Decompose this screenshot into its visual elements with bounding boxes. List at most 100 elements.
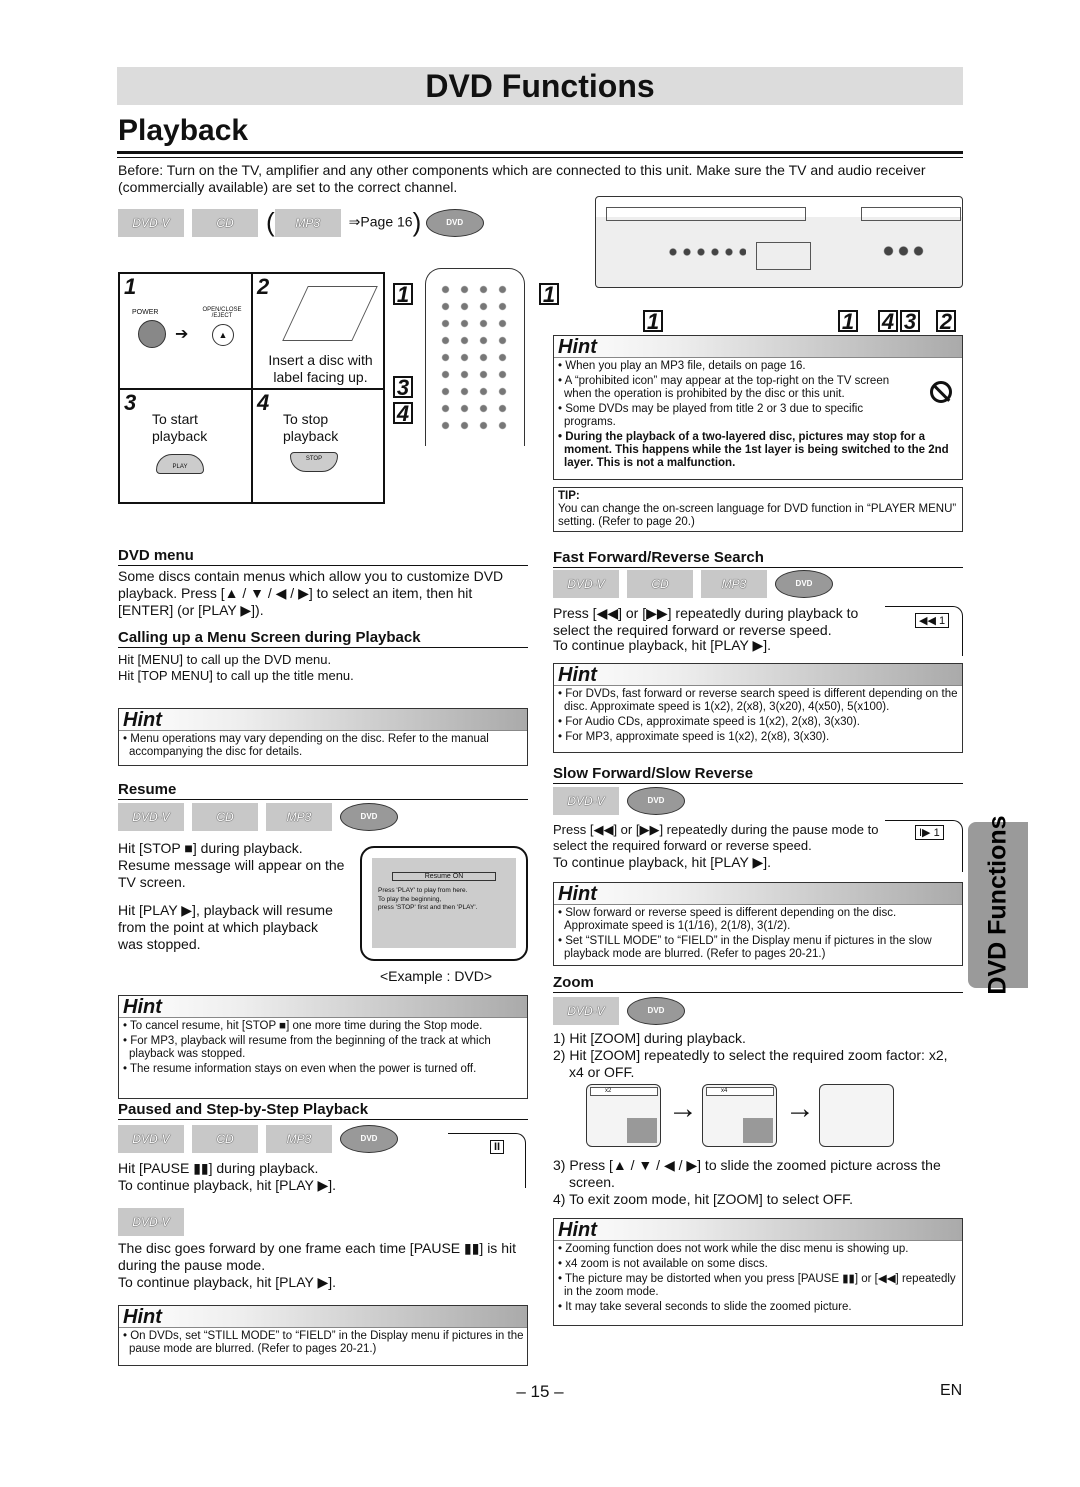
intro-text: Before: Turn on the TV, amplifier and an… xyxy=(118,162,926,195)
pause-line: Hit [PAUSE ▮▮] during playback. xyxy=(118,1160,319,1176)
step-text: To start playback xyxy=(152,411,208,444)
hint-heading: Hint xyxy=(119,709,527,731)
disc-types: DVD-V CD MP3 DVD xyxy=(553,570,833,598)
remote-buttons xyxy=(436,281,514,431)
disc-types: DVD-V CD(MP3 ⇒Page 16) DVD xyxy=(118,207,484,238)
hint-heading: Hint xyxy=(554,336,962,358)
section-heading-fast-forward: Fast Forward/Reverse Search xyxy=(553,549,963,568)
step-text: To stop playback xyxy=(283,411,339,444)
hint-item: Set “STILL MODE” to “FIELD” in the Displ… xyxy=(557,935,959,961)
bullet-item: Hit [TOP MENU] to call up the title menu… xyxy=(118,668,354,683)
search-indicator: ◀◀ 1 xyxy=(915,613,950,628)
hint-box-menu: Hint Menu operations may vary depending … xyxy=(118,708,528,766)
section-heading-slow: Slow Forward/Slow Reverse xyxy=(553,765,963,784)
zoom-x4-picture: x4 xyxy=(702,1084,777,1147)
hint-item: A “prohibited icon” may appear at the to… xyxy=(557,375,902,401)
dvdv-icon: DVD-V xyxy=(553,997,619,1025)
dvd-remote-icon: DVD xyxy=(775,570,833,598)
hint-box-playback: Hint When you play an MP3 file, details … xyxy=(553,335,963,480)
mp3-icon: MP3 xyxy=(274,208,341,237)
hint-box-resume: Hint To cancel resume, hit [STOP ■] one … xyxy=(118,995,528,1099)
hint-item: The resume information stays on even whe… xyxy=(122,1063,524,1076)
hint-box-pause: Hint On DVDs, set “STILL MODE” to “FIELD… xyxy=(118,1305,528,1366)
hint-box-zoom: Hint Zooming function does not work whil… xyxy=(553,1218,963,1326)
title-rule xyxy=(117,151,963,158)
disc-types: DVD-V CD MP3 DVD xyxy=(118,803,398,831)
arrow-icon: → xyxy=(785,1092,815,1125)
slow-text: To continue playback, hit [PLAY ▶]. xyxy=(553,854,772,870)
hint-item: On DVDs, set “STILL MODE” to “FIELD” in … xyxy=(122,1330,524,1356)
power-button-icon xyxy=(138,320,166,348)
slow-text: Press [◀◀] or [▶▶] repeatedly during the… xyxy=(553,822,879,853)
tip-box: TIP: You can change the on-screen langua… xyxy=(553,487,963,532)
screen-corner xyxy=(448,1133,526,1188)
hint-item: It may take several seconds to slide the… xyxy=(557,1301,959,1314)
zoom-step: 1) Hit [ZOOM] during playback. xyxy=(553,1030,746,1046)
step-text: Insert a disc with label facing up. xyxy=(268,352,373,385)
hint-item: For MP3, approximate speed is 1(x2), 2(x… xyxy=(557,731,959,744)
eject-label: OPEN/CLOSE /EJECT xyxy=(202,307,242,319)
tip-text: You can change the on-screen language fo… xyxy=(558,503,957,528)
tip-label: TIP: xyxy=(558,490,580,502)
callout-2: 2 xyxy=(936,310,956,333)
hint-heading: Hint xyxy=(119,996,527,1018)
prohibited-icon xyxy=(930,381,952,403)
section-heading-menu-screen: Calling up a Menu Screen during Playback xyxy=(118,629,528,648)
zoom-factor-label: x2 xyxy=(590,1087,658,1096)
section-heading-pause: Paused and Step-by-Step Playback xyxy=(118,1101,528,1120)
dvd-remote-icon: DVD xyxy=(627,997,685,1025)
pause-text: Hit [PAUSE ▮▮] during playback. To conti… xyxy=(118,1160,448,1194)
ff-text: Press [◀◀] or [▶▶] repeatedly during pla… xyxy=(553,605,859,638)
hint-item: Some DVDs may be played from title 2 or … xyxy=(557,403,902,429)
hint-item: When you play an MP3 file, details on pa… xyxy=(557,360,957,373)
dvdv-icon: DVD-V xyxy=(118,1125,184,1153)
cd-icon: CD xyxy=(192,1125,258,1153)
page-title: Playback xyxy=(118,114,249,147)
tv-line: To play the beginning, xyxy=(378,895,442,903)
cd-icon: CD xyxy=(192,208,258,237)
step-number: 1 xyxy=(124,274,137,299)
hint-item: Menu operations may vary depending on th… xyxy=(122,733,524,759)
tv-screen-example: Resume ON Press 'PLAY' to play from here… xyxy=(360,846,528,961)
hint-box-fast-forward: Hint For DVDs, fast forward or reverse s… xyxy=(553,663,963,753)
pause-line: To continue playback, hit [PLAY ▶]. xyxy=(118,1177,337,1193)
section-banner: DVD Functions xyxy=(117,67,963,105)
callout-1: 1 xyxy=(539,283,559,306)
arrow-icon: → xyxy=(668,1092,698,1125)
hint-box-slow: Hint Slow forward or reverse speed is di… xyxy=(553,882,963,966)
section-heading-zoom: Zoom xyxy=(553,974,963,993)
section-heading-dvd-menu: DVD menu xyxy=(118,547,528,566)
resume-text: Hit [PLAY ▶], playback will resume from … xyxy=(118,902,333,952)
zoom-step: 3) Press [▲ / ▼ / ◀ / ▶] to slide the zo… xyxy=(553,1157,941,1190)
mp3-icon: MP3 xyxy=(701,570,767,598)
tv-line: press 'STOP' first and then 'PLAY'. xyxy=(378,904,478,911)
hint-item: x4 zoom is not available on some discs. xyxy=(557,1258,959,1271)
dvdv-icon: DVD-V xyxy=(118,208,184,237)
step-number: 3 xyxy=(124,390,137,415)
dvdv-icon: DVD-V xyxy=(118,803,184,831)
step-number: 4 xyxy=(257,390,270,415)
tv-resume-title: Resume ON xyxy=(392,872,496,881)
dvd-remote-icon: DVD xyxy=(425,208,484,237)
play-button-icon: PLAY xyxy=(156,454,204,474)
bullet-item: Hit [MENU] to call up the DVD menu. xyxy=(118,652,332,667)
step-number: 2 xyxy=(257,274,270,299)
hint-item: For MP3, playback will resume from the b… xyxy=(122,1035,524,1061)
disc-tray-illustration xyxy=(282,286,378,341)
mp3-icon: MP3 xyxy=(266,803,332,831)
power-label: POWER xyxy=(132,309,159,316)
disc-types: DVD-V CD MP3 DVD xyxy=(118,1125,398,1153)
zoom-off-picture xyxy=(819,1084,894,1147)
arrow-icon: ➔ xyxy=(175,326,189,343)
callout-3: 3 xyxy=(900,310,920,333)
dvd-remote-icon: DVD xyxy=(627,787,685,815)
example-caption: <Example : DVD> xyxy=(380,968,493,984)
eject-icon: ▲ xyxy=(212,324,234,346)
language-code: EN xyxy=(940,1382,963,1399)
callout-3: 3 xyxy=(393,376,413,399)
slow-indicator: I▶ 1 xyxy=(915,825,944,840)
unit-front-panel-illustration xyxy=(595,196,963,288)
dvd-remote-icon: DVD xyxy=(340,1125,398,1153)
dvd-menu-text: Some discs contain menus which allow you… xyxy=(118,568,504,618)
disc-types: DVD-V DVD xyxy=(553,997,685,1025)
